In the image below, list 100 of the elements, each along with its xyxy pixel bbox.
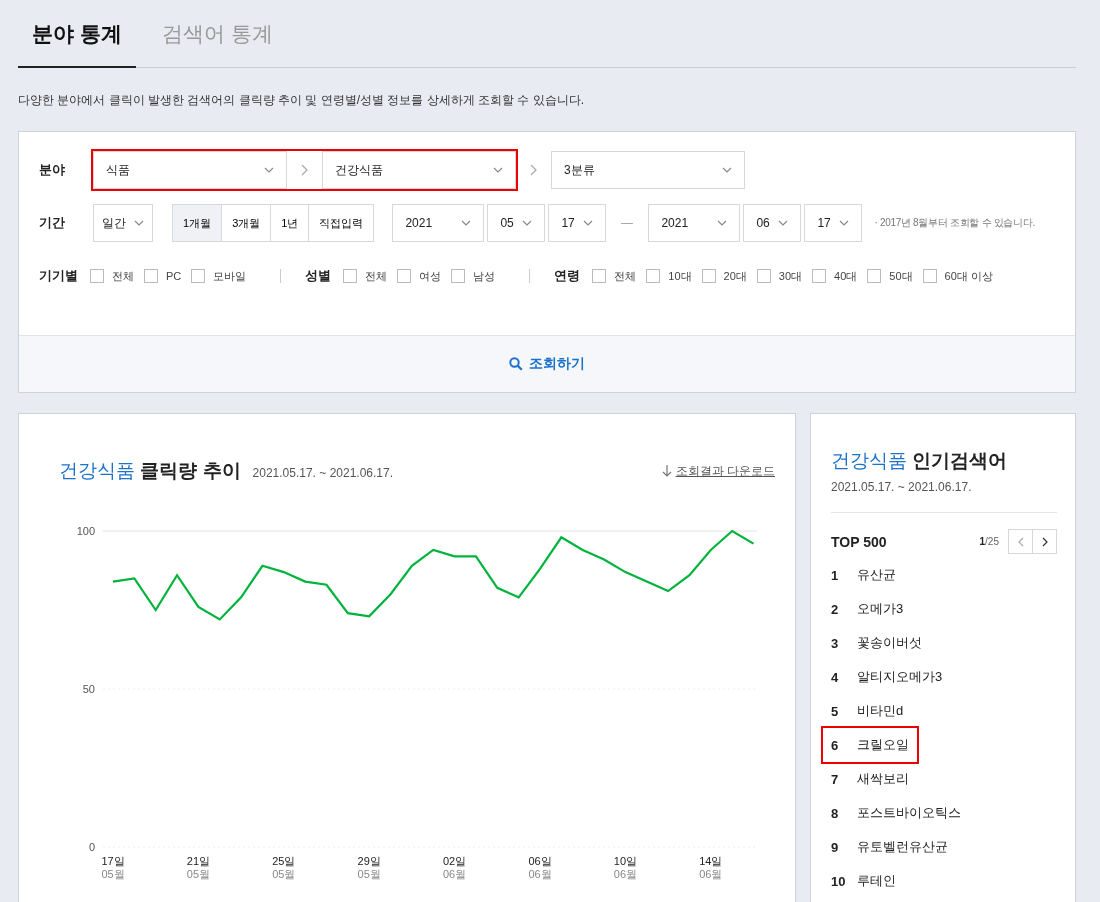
panel-title: 건강식품 인기검색어 <box>831 449 1009 473</box>
checkbox[interactable] <box>451 269 466 283</box>
checkbox-label: 20대 <box>723 268 747 284</box>
chevron-down-icon <box>839 220 850 226</box>
category-select[interactable]: 건강식품 <box>322 151 516 189</box>
search-term[interactable]: 루테인 <box>857 872 896 890</box>
checkbox-label: 40대 <box>834 268 858 284</box>
checkbox-label: 전체 <box>365 268 388 284</box>
field-label: 기기별 <box>39 267 78 285</box>
checkbox[interactable] <box>756 269 771 283</box>
chevron-right-icon <box>301 164 308 176</box>
list-title: TOP 500 <box>831 533 887 550</box>
rank-number: 2 <box>831 601 840 617</box>
download-icon <box>661 465 672 477</box>
axis-label: 25일 05월 <box>272 855 296 880</box>
date-range: 2021.05.17. ~ 2021.06.17. <box>252 466 394 480</box>
date-range: 2021.05.17. ~ 2021.06.17. <box>831 480 1057 513</box>
chevron-down-icon <box>461 220 472 226</box>
checkbox-label: PC <box>166 270 182 282</box>
chevron-right-icon <box>530 164 537 176</box>
chevron-left-icon <box>1017 536 1024 547</box>
search-term[interactable]: 비타민d <box>857 702 904 720</box>
chevron-down-icon <box>493 167 503 173</box>
rank-number: 5 <box>831 703 840 719</box>
date-select[interactable]: 06 <box>743 204 802 242</box>
checkbox-label: 전체 <box>614 268 637 284</box>
search-term[interactable]: 유토벨런유산균 <box>857 838 948 856</box>
search-term[interactable]: 포스트바이오틱스 <box>857 804 961 822</box>
date-select[interactable]: 2021 <box>392 204 485 242</box>
axis-label: 14일 06월 <box>699 855 723 880</box>
range-button[interactable]: 직접입력 <box>308 204 375 242</box>
checkbox-label: 여성 <box>419 268 442 284</box>
rank-number: 1 <box>831 567 840 583</box>
download-link[interactable]: 조회결과 다운로드 <box>661 462 775 480</box>
checkbox[interactable] <box>144 269 158 283</box>
search-term[interactable]: 꽃송이버섯 <box>857 634 922 652</box>
checkbox-label: 전체 <box>112 268 134 284</box>
page-indicator: 1/25 <box>979 536 999 547</box>
rank-number: 4 <box>831 669 840 685</box>
checkbox-label: 50대 <box>889 268 913 284</box>
previous-button[interactable] <box>1008 529 1033 554</box>
category-select[interactable]: 3분류 <box>551 151 745 189</box>
search-term[interactable]: 새싹보리 <box>857 770 909 788</box>
axis-label: 29일 05월 <box>357 855 381 880</box>
range-button[interactable]: 1년 <box>270 204 310 242</box>
next-button[interactable] <box>1032 529 1057 554</box>
checkbox[interactable] <box>922 269 937 283</box>
range-button[interactable]: 3개월 <box>221 204 272 242</box>
tab[interactable]: 분야 통계 <box>18 18 136 68</box>
checkbox[interactable] <box>701 269 716 283</box>
field-label: 기간 <box>39 214 66 232</box>
chevron-down-icon <box>583 220 594 226</box>
axis-label: 21일 05월 <box>186 855 210 880</box>
rank-number: 6 <box>831 737 840 753</box>
category-select[interactable]: 식품 <box>93 151 287 189</box>
date-select[interactable]: 05 <box>487 204 546 242</box>
checkbox-label: 60대 이상 <box>944 268 993 284</box>
checkbox[interactable] <box>646 269 661 283</box>
period-note: · 2017년 8월부터 조회할 수 있습니다. <box>874 216 1035 230</box>
axis-label: 06일 06월 <box>528 855 552 880</box>
chevron-down-icon <box>722 167 732 173</box>
checkbox-label: 30대 <box>778 268 803 284</box>
axis-label: 50 <box>82 683 95 695</box>
rank-number: 10 <box>831 873 847 889</box>
checkbox-label: 모바일 <box>213 268 247 284</box>
chart-title: 건강식품 클릭량 추이 <box>59 459 241 483</box>
range-button[interactable]: 1개월 <box>172 204 223 242</box>
date-select[interactable]: 17 <box>804 204 863 242</box>
field-label: 연령 <box>554 267 581 285</box>
description: 다양한 분야에서 클릭이 발생한 검색어의 클릭량 추이 및 연령별/성별 정보를 상세하게 조회할 수 있습니다. <box>18 92 585 109</box>
rank-number: 3 <box>831 635 840 651</box>
checkbox[interactable] <box>812 269 827 283</box>
axis-label: 0 <box>88 841 95 853</box>
field-label: 성별 <box>305 267 332 285</box>
chevron-down-icon <box>522 220 533 226</box>
checkbox[interactable] <box>397 269 412 283</box>
checkbox[interactable] <box>90 269 104 283</box>
search-term[interactable]: 유산균 <box>857 566 896 584</box>
checkbox[interactable] <box>191 269 206 283</box>
search-term[interactable]: 알티지오메가3 <box>857 668 943 686</box>
field-label: 분야 <box>39 161 66 179</box>
checkbox[interactable] <box>867 269 882 283</box>
chevron-right-icon <box>1041 536 1048 547</box>
chevron-down-icon <box>717 220 728 226</box>
axis-label: 17일 05월 <box>101 855 125 880</box>
search-term[interactable]: 크릴오일 <box>857 736 909 754</box>
unit-select[interactable]: 일간 <box>93 204 153 242</box>
rank-number: 8 <box>831 805 840 821</box>
search-button[interactable]: 조회하기 <box>19 335 1075 392</box>
checkbox[interactable] <box>343 269 358 283</box>
axis-label: 02일 06월 <box>443 855 467 880</box>
chevron-down-icon <box>134 220 144 226</box>
rank-number: 9 <box>831 839 840 855</box>
checkbox-label: 10대 <box>668 268 692 284</box>
date-select[interactable]: 17 <box>548 204 607 242</box>
axis-label: 10일 06월 <box>613 855 638 880</box>
date-select[interactable]: 2021 <box>648 204 741 242</box>
search-icon <box>509 357 523 371</box>
checkbox[interactable] <box>592 269 607 283</box>
search-term[interactable]: 오메가3 <box>857 600 904 618</box>
